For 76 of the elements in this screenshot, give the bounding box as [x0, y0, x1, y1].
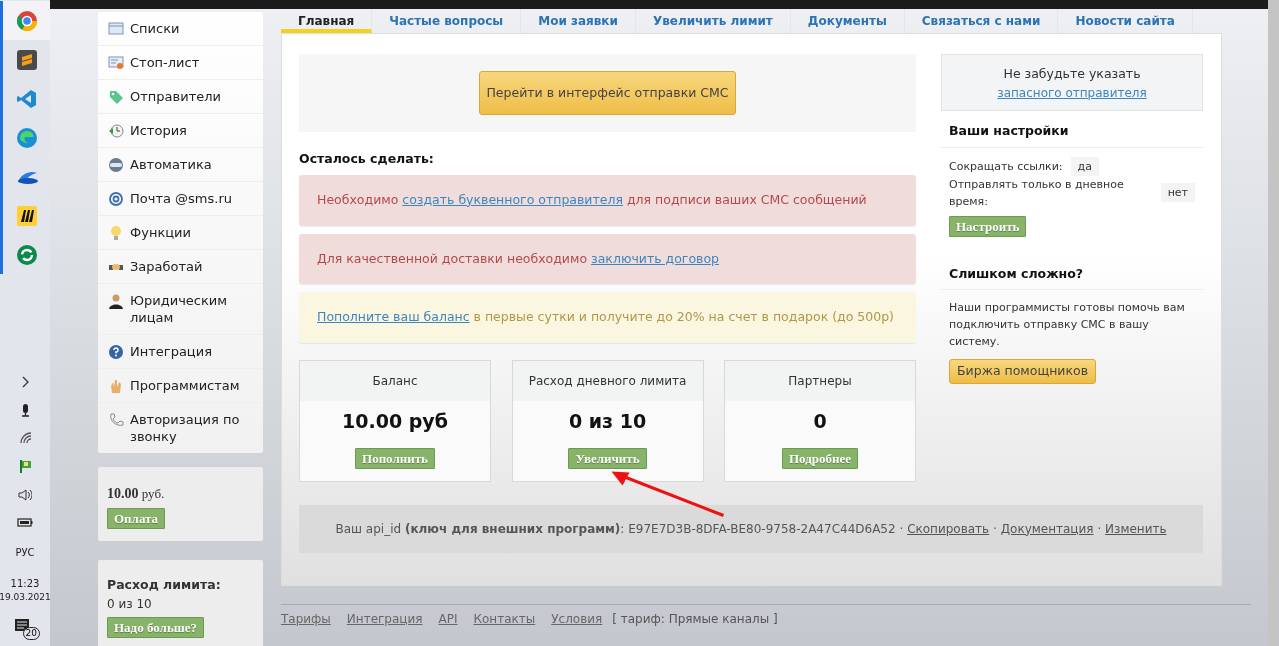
limit-title: Расход лимита:	[107, 576, 222, 594]
tag-icon	[108, 89, 124, 105]
link[interactable]: Пополните ваш баланс	[317, 309, 470, 325]
flag-icon	[18, 458, 32, 474]
stat-title: Партнеры	[788, 373, 852, 390]
link[interactable]: Документация	[1000, 521, 1094, 536]
browser-icon	[15, 9, 38, 32]
setting-value: нет	[1160, 183, 1195, 202]
scrollbar[interactable]	[1268, 0, 1279, 646]
help-icon	[108, 344, 124, 360]
link[interactable]: Изменить	[1105, 521, 1167, 536]
clock-time[interactable]: 11:23	[10, 575, 40, 591]
separator: ·	[993, 521, 997, 536]
todo-title: Осталось сделать:	[299, 150, 435, 168]
alert-text: Необходимо создать буквенного отправителя для подписи ваших СМС сообщений	[317, 190, 868, 209]
footer-link[interactable]: Тарифы	[281, 610, 331, 628]
wifi-icon	[18, 431, 32, 445]
sidebar-item[interactable]: Авторизация по звонку	[98, 403, 263, 453]
setting-value: да	[1070, 156, 1099, 176]
sidebar-item[interactable]: Почта @sms.ru	[98, 182, 263, 216]
api-key-text: Ваш api_id (ключ для внешних программ): E97E7D3B-8DFA-BE80-9758-2A47C44D6A52	[335, 521, 896, 536]
sidebar-item[interactable]: Функции	[98, 216, 263, 250]
browser-icon	[15, 126, 38, 149]
limit-value: 0 из 10	[107, 595, 153, 613]
footer-link[interactable]: Интеграция	[346, 610, 423, 628]
sidebar-item[interactable]: Списки	[98, 12, 263, 46]
footer-link[interactable]: Контакты	[473, 610, 536, 628]
clock-icon	[108, 123, 124, 139]
round-app-icon	[15, 243, 38, 266]
clock-date[interactable]: 19.03.2021	[0, 590, 51, 604]
sidebar-item[interactable]: Интеграция	[98, 335, 263, 369]
help-title: Слишком сложно?	[941, 264, 1203, 291]
editor-icon	[15, 48, 38, 71]
send-sms-button[interactable]: Перейти в интерфейс отправки СМС	[479, 71, 736, 115]
stat-value: 10.00 руб	[341, 409, 449, 434]
board-app-icon	[15, 204, 38, 227]
sidebar-item[interactable]: Автоматика	[98, 148, 263, 182]
battery-icon	[17, 516, 33, 529]
help-text: Наши программисты готовы помочь вам подключить отправку СМС в вашу систему.	[948, 300, 1186, 351]
sidebar-item[interactable]: Юридическим лицам	[98, 284, 263, 335]
notification-count: 20	[22, 627, 40, 640]
code-editor-icon	[15, 87, 38, 110]
sidebar-item[interactable]: Программистам	[98, 369, 263, 403]
phone-icon	[108, 412, 124, 428]
alert-text: Для качественной доставки необходимо заключить договор	[317, 249, 720, 268]
link[interactable]: Скопировать	[907, 521, 990, 536]
reminder-text: Не забудьте указать	[1002, 65, 1142, 83]
link[interactable]: запасного отправителя	[997, 85, 1147, 100]
light-bulb-icon	[108, 225, 124, 241]
sidebar-item[interactable]: Отправители	[98, 80, 263, 114]
alert-text: Пополните ваш баланс в первые сутки и получите до 20% на счет в подарок (до 500р)	[317, 308, 895, 327]
sidebar-item[interactable]: Заработай	[98, 250, 263, 284]
tariff-text: [ тариф: Прямые каналы ]	[612, 611, 778, 628]
helpers-button[interactable]: Биржа помощников	[949, 359, 1097, 384]
sidebar-item[interactable]: Стоп-лист	[98, 46, 263, 80]
balance-amount: 10.00 руб.	[107, 485, 166, 503]
setting-label: Сокращать ссылки:	[949, 158, 1063, 175]
link[interactable]: заключить договор	[591, 250, 719, 266]
footer-link[interactable]: Условия	[551, 610, 603, 628]
list-icon	[108, 21, 124, 37]
stat-value: 0	[812, 409, 828, 434]
stat-title: Расход дневного лимита	[528, 373, 687, 390]
language-indicator[interactable]: РУС	[15, 544, 35, 560]
link[interactable]: создать буквенного отправителя	[402, 191, 623, 207]
footer-link[interactable]: API	[438, 610, 458, 628]
person-icon	[108, 293, 124, 309]
setting-label: Отправлять только в дневное время:	[949, 176, 1125, 210]
settings-title: Ваши настройки	[941, 121, 1203, 148]
stat-value: 0 из 10	[567, 409, 648, 434]
separator: ·	[1097, 521, 1102, 536]
sidebar-item[interactable]: История	[98, 114, 263, 148]
hand-icon	[108, 378, 124, 394]
list-icon	[108, 55, 124, 71]
stat-title: Баланс	[372, 373, 418, 390]
volume-icon	[18, 487, 32, 502]
separator: ·	[899, 521, 904, 536]
